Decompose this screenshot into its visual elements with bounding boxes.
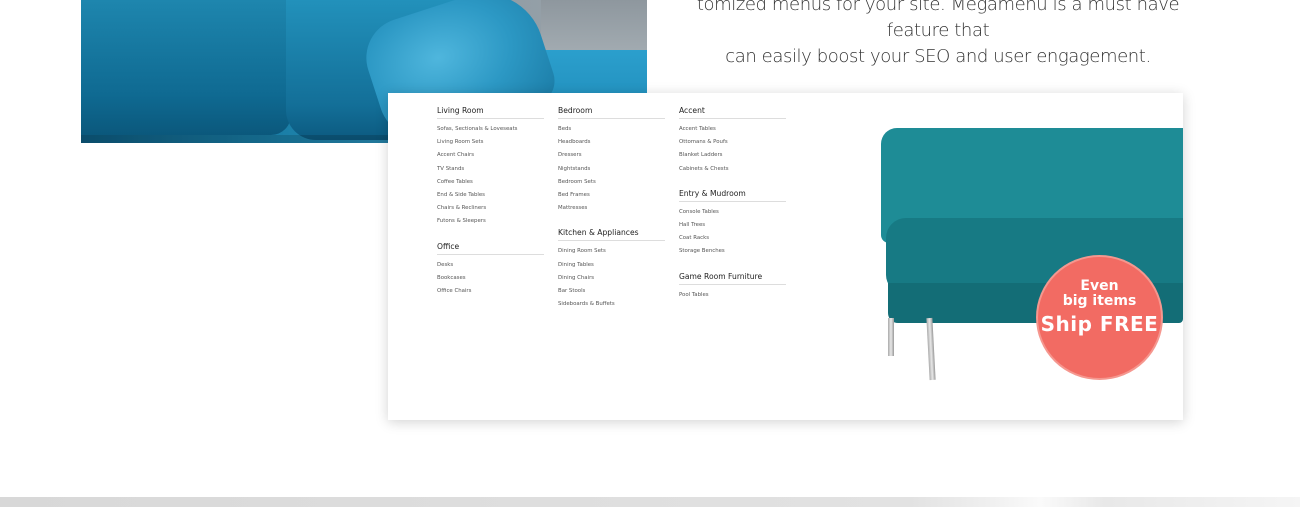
menu-link[interactable]: Sofas, Sectionals & Loveseats	[437, 123, 544, 136]
menu-link[interactable]: Bedroom Sets	[558, 176, 665, 189]
menu-group-entry-mudroom: Entry & Mudroom Console Tables Hall Tree…	[679, 188, 786, 259]
headline-line-2: can easily boost your SEO and user engag…	[725, 46, 1151, 67]
menu-link[interactable]: Dining Room Sets	[558, 245, 665, 258]
menu-link[interactable]: Bed Frames	[558, 189, 665, 202]
menu-group-title[interactable]: Kitchen & Appliances	[558, 227, 665, 242]
menu-link[interactable]: Mattresses	[558, 202, 665, 215]
megamenu-panel: Living Room Sofas, Sectionals & Loveseat…	[388, 93, 1183, 420]
headline-line-1: tomized menus for your site. Megamenu is…	[696, 0, 1180, 41]
badge-line-2: big items	[1062, 293, 1137, 309]
menu-link[interactable]: Dining Tables	[558, 259, 665, 272]
menu-group-title[interactable]: Living Room	[437, 105, 544, 119]
menu-group-title[interactable]: Office	[437, 241, 544, 255]
menu-group-kitchen: Kitchen & Appliances Dining Room Sets Di…	[558, 227, 665, 311]
menu-link[interactable]: End & Side Tables	[437, 189, 544, 202]
menu-column-1: Living Room Sofas, Sectionals & Loveseat…	[437, 105, 544, 310]
menu-link[interactable]: Futons & Sleepers	[437, 215, 544, 228]
menu-group-bedroom: Bedroom Beds Headboards Dressers Nightst…	[558, 105, 665, 215]
badge-line-3: Ship FREE	[1040, 312, 1159, 336]
menu-link[interactable]: Living Room Sets	[437, 136, 544, 149]
free-shipping-badge[interactable]: Even big items Ship FREE	[1038, 257, 1161, 378]
menu-link[interactable]: Nightstands	[558, 163, 665, 176]
menu-link[interactable]: Coffee Tables	[437, 176, 544, 189]
feature-description: tomized menus for your site. Megamenu is…	[668, 0, 1208, 70]
menu-link[interactable]: Blanket Ladders	[679, 149, 786, 162]
menu-link[interactable]: Storage Benches	[679, 245, 786, 258]
menu-column-3: Accent Accent Tables Ottomans & Poufs Bl…	[679, 105, 786, 314]
menu-group-office: Office Desks Bookcases Office Chairs	[437, 241, 544, 299]
menu-link[interactable]: Pool Tables	[679, 289, 786, 302]
menu-link[interactable]: Ottomans & Poufs	[679, 136, 786, 149]
menu-link[interactable]: Headboards	[558, 136, 665, 149]
menu-link[interactable]: Dining Chairs	[558, 272, 665, 285]
menu-link[interactable]: Desks	[437, 259, 544, 272]
menu-link[interactable]: Accent Chairs	[437, 149, 544, 162]
menu-column-2: Bedroom Beds Headboards Dressers Nightst…	[558, 105, 665, 323]
menu-link[interactable]: Beds	[558, 123, 665, 136]
menu-group-title[interactable]: Bedroom	[558, 105, 665, 119]
menu-link[interactable]: Accent Tables	[679, 123, 786, 136]
menu-group-game-room: Game Room Furniture Pool Tables	[679, 271, 786, 302]
next-section-preview	[0, 497, 1300, 507]
menu-link[interactable]: Office Chairs	[437, 285, 544, 298]
badge-line-1: Even	[1080, 278, 1119, 294]
menu-link[interactable]: Coat Racks	[679, 232, 786, 245]
menu-link[interactable]: Bookcases	[437, 272, 544, 285]
menu-link[interactable]: Dressers	[558, 149, 665, 162]
menu-link[interactable]: Bar Stools	[558, 285, 665, 298]
menu-link[interactable]: Sideboards & Buffets	[558, 298, 665, 311]
menu-group-title[interactable]: Accent	[679, 105, 786, 119]
menu-link[interactable]: TV Stands	[437, 163, 544, 176]
menu-group-title[interactable]: Game Room Furniture	[679, 271, 786, 285]
menu-link[interactable]: Cabinets & Chests	[679, 163, 786, 176]
menu-link[interactable]: Hall Trees	[679, 219, 786, 232]
menu-group-living-room: Living Room Sofas, Sectionals & Loveseat…	[437, 105, 544, 229]
menu-group-title[interactable]: Entry & Mudroom	[679, 188, 786, 202]
menu-link[interactable]: Chairs & Recliners	[437, 202, 544, 215]
menu-link[interactable]: Console Tables	[679, 206, 786, 219]
menu-group-accent: Accent Accent Tables Ottomans & Poufs Bl…	[679, 105, 786, 176]
